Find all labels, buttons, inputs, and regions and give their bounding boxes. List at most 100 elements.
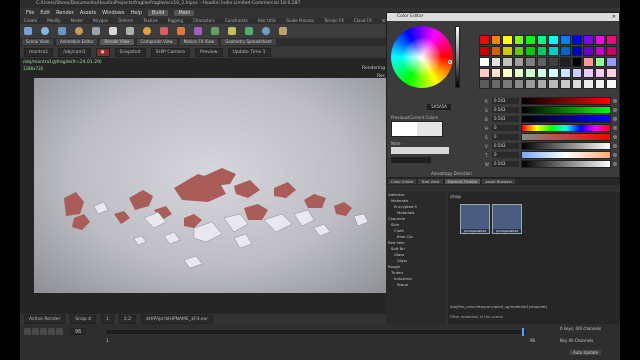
active-render-field[interactable]: Active Render	[24, 314, 66, 324]
timeline-cursor[interactable]	[522, 328, 524, 336]
step-forward-icon[interactable]	[48, 328, 55, 335]
color-swatch[interactable]	[583, 68, 594, 78]
null-tool-icon[interactable]	[109, 27, 117, 35]
play-icon[interactable]	[40, 328, 47, 335]
color-swatch[interactable]	[594, 68, 606, 78]
color-swatch[interactable]	[502, 57, 513, 67]
color-swatch[interactable]	[606, 57, 617, 67]
color-swatch[interactable]	[513, 68, 525, 78]
hex-field[interactable]: 5A5A5A	[427, 104, 451, 110]
circle-tool-icon[interactable]	[143, 27, 151, 35]
color-wheel-handle[interactable]	[448, 60, 452, 64]
channel-toggle-icon[interactable]	[613, 117, 617, 122]
material-thumb[interactable]: principledshad	[460, 204, 490, 234]
tab-composite-view[interactable]: Composite View	[136, 39, 177, 45]
tab-tree-view[interactable]: Tree View	[418, 179, 443, 184]
color-swatch[interactable]	[594, 46, 606, 56]
output-path-field[interactable]: $HIP/ipr/$HIPNAME_$F4.exr	[141, 314, 213, 324]
component-value-field[interactable]: 0.543	[492, 98, 519, 105]
desktop-build-button[interactable]: Build	[147, 10, 169, 16]
tab-asset-browser[interactable]: Asset Browser	[482, 179, 516, 184]
color-swatch[interactable]	[502, 79, 513, 89]
camera-select[interactable]: /obj/cam1	[58, 47, 91, 57]
menu-render[interactable]: Render	[56, 10, 74, 16]
menu-windows[interactable]: Windows	[102, 10, 124, 16]
color-swatch[interactable]	[536, 79, 548, 89]
menu-edit[interactable]: Edit	[40, 10, 50, 16]
component-slider[interactable]	[521, 97, 611, 106]
color-swatch[interactable]	[606, 79, 617, 89]
channel-toggle-icon[interactable]	[613, 135, 617, 140]
color-swatch[interactable]	[490, 46, 502, 56]
metaball-tool-icon[interactable]	[262, 27, 270, 35]
color-swatch[interactable]	[479, 57, 490, 67]
color-swatch[interactable]	[560, 46, 571, 56]
line-tool-icon[interactable]	[126, 27, 134, 35]
component-slider[interactable]	[521, 151, 611, 160]
close-icon[interactable]: ✕	[612, 13, 616, 21]
color-swatch[interactable]	[513, 57, 525, 67]
color-swatch[interactable]	[594, 79, 606, 89]
color-swatch[interactable]	[513, 46, 525, 56]
color-swatch[interactable]	[479, 35, 490, 45]
channel-toggle-icon[interactable]	[613, 108, 617, 113]
color-swatch[interactable]	[583, 79, 594, 89]
color-swatch[interactable]	[525, 57, 536, 67]
menu-file[interactable]: File	[26, 10, 34, 16]
note-field[interactable]	[391, 147, 449, 154]
color-swatch[interactable]	[560, 79, 571, 89]
color-swatch[interactable]	[571, 35, 583, 45]
tab-motion-fx-view[interactable]: Motion FX View	[179, 39, 219, 45]
color-swatch[interactable]	[594, 57, 606, 67]
channel-toggle-icon[interactable]	[613, 162, 617, 167]
color-swatch[interactable]	[525, 79, 536, 89]
go-start-icon[interactable]	[24, 328, 31, 335]
channel-toggle-icon[interactable]	[613, 126, 617, 131]
color-swatch[interactable]	[490, 35, 502, 45]
color-swatch[interactable]	[536, 46, 548, 56]
color-swatch[interactable]	[502, 68, 513, 78]
component-value-field[interactable]: 0	[492, 152, 519, 159]
color-swatch[interactable]	[583, 57, 594, 67]
color-swatch[interactable]	[513, 79, 525, 89]
color-swatch[interactable]	[548, 68, 560, 78]
step-back-icon[interactable]	[32, 328, 39, 335]
tab-animation-editor[interactable]: Animation Editor	[55, 39, 98, 45]
color-swatch[interactable]	[536, 35, 548, 45]
draw-curve-tool-icon[interactable]	[177, 27, 185, 35]
tube-tool-icon[interactable]	[58, 27, 66, 35]
render-viewport[interactable]: /obj/mantra1@fragile(fr=24.01.29) 1280x7…	[20, 58, 389, 314]
sphere-tool-icon[interactable]	[41, 27, 49, 35]
tab-geometry-spreadsheet[interactable]: Geometry Spreadsheet	[221, 39, 276, 45]
file-tool-icon[interactable]	[279, 27, 287, 35]
spray-paint-tool-icon[interactable]	[211, 27, 219, 35]
component-slider[interactable]	[521, 115, 611, 124]
tree-item[interactable]: Stone	[386, 282, 446, 288]
filter-field[interactable]: Filter materials in the scene	[450, 314, 503, 319]
color-swatch[interactable]	[560, 35, 571, 45]
component-value-field[interactable]: 0.543	[492, 116, 519, 123]
color-swatch[interactable]	[490, 68, 502, 78]
color-swatch-grid[interactable]	[479, 35, 617, 89]
update-time-field[interactable]: Update Time 1	[227, 47, 271, 57]
component-value-field[interactable]: 0	[492, 125, 519, 132]
renderer-select[interactable]: mantra1	[24, 47, 54, 57]
color-swatch[interactable]	[502, 46, 513, 56]
menu-assets[interactable]: Assets	[80, 10, 96, 16]
color-swatch[interactable]	[548, 35, 560, 45]
component-value-field[interactable]: 0.543	[492, 143, 519, 150]
color-swatch[interactable]	[490, 57, 502, 67]
color-swatch[interactable]	[502, 35, 513, 45]
frame-field-a[interactable]: 1	[101, 314, 114, 324]
component-value-field[interactable]: 0.543	[492, 161, 519, 168]
menu-help[interactable]: Help	[130, 10, 141, 16]
color-swatch[interactable]	[571, 46, 583, 56]
color-swatch[interactable]	[536, 68, 548, 78]
color-swatch[interactable]	[560, 68, 571, 78]
color-swatch[interactable]	[548, 46, 560, 56]
component-slider[interactable]	[521, 142, 611, 151]
grid-tool-icon[interactable]	[92, 27, 100, 35]
key-all-channels-button[interactable]: Key All Channels	[560, 338, 593, 343]
path-tool-icon[interactable]	[194, 27, 202, 35]
channel-toggle-icon[interactable]	[613, 99, 617, 104]
